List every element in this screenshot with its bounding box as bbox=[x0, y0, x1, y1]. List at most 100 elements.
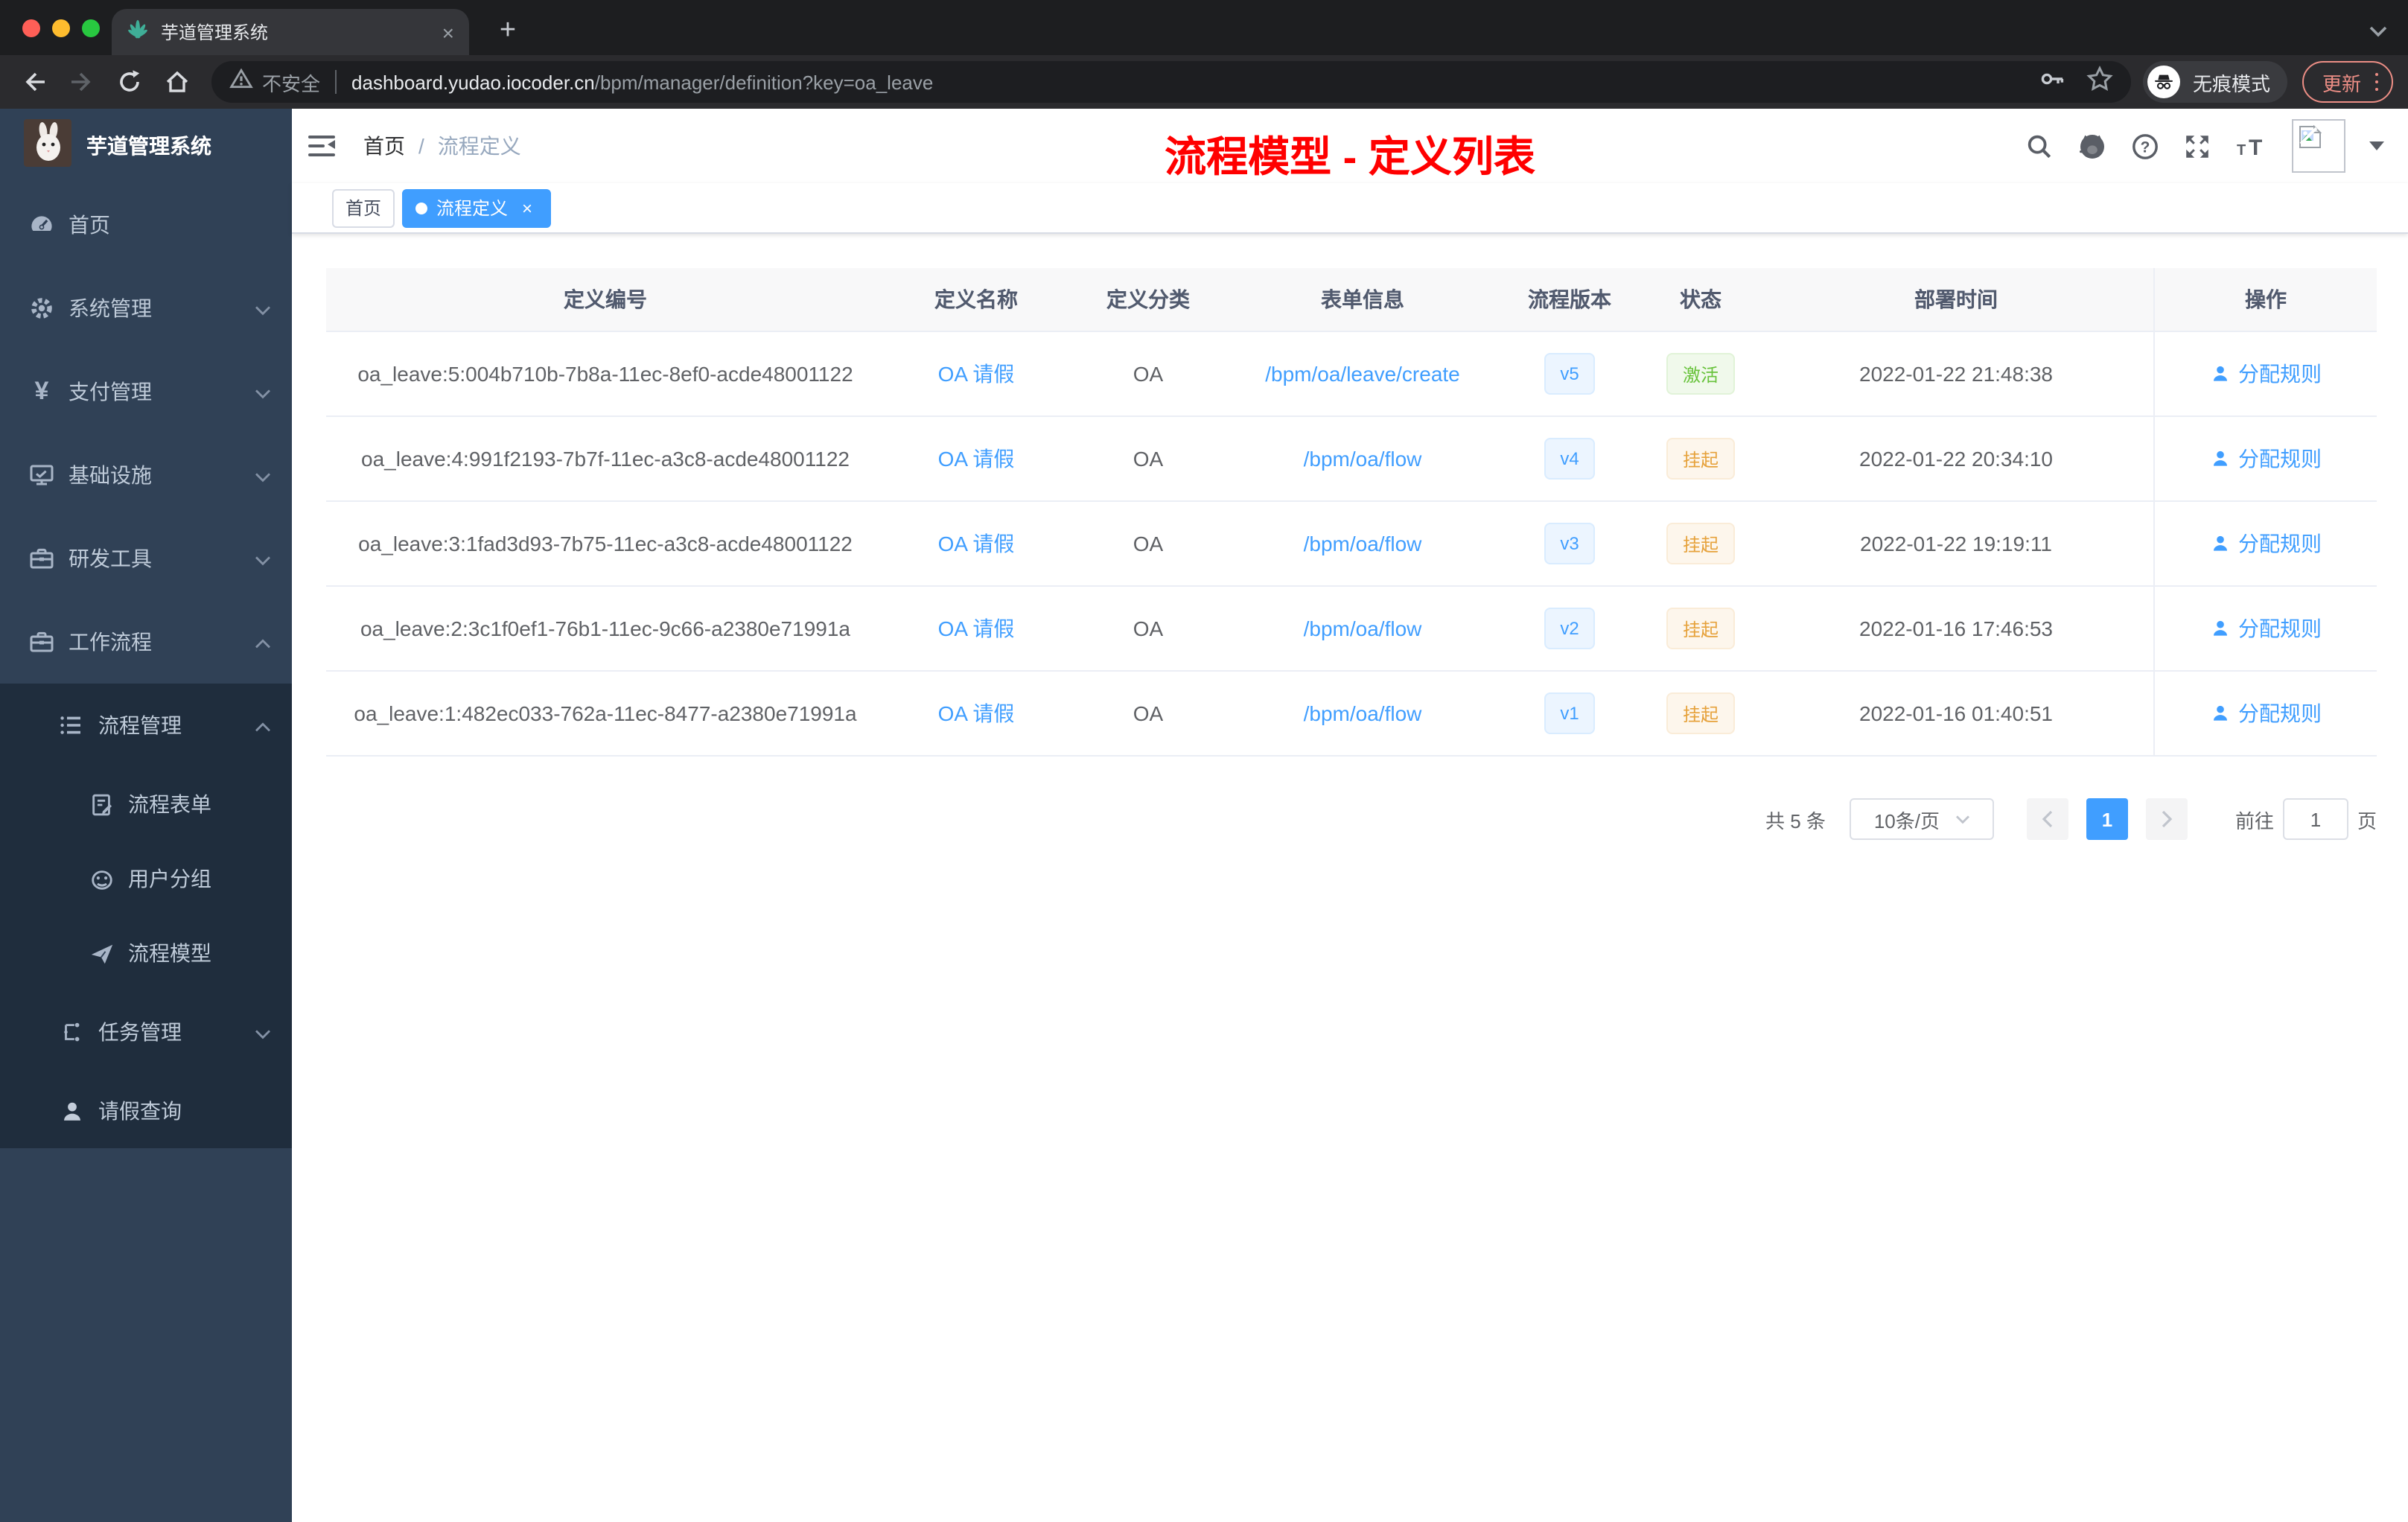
page-annotation-title: 流程模型 - 定义列表 bbox=[1165, 134, 1535, 180]
new-tab-button[interactable]: + bbox=[487, 10, 529, 52]
sidebar-item-process-form[interactable]: 流程表单 bbox=[0, 767, 292, 841]
update-label: 更新 bbox=[2322, 72, 2361, 95]
chevron-up-icon bbox=[255, 630, 271, 654]
status-badge: 挂起 bbox=[1666, 608, 1735, 649]
user-avatar[interactable] bbox=[2292, 119, 2345, 173]
incognito-label: 无痕模式 bbox=[2192, 72, 2270, 95]
assign-rule-link[interactable]: 分配规则 bbox=[2210, 359, 2322, 389]
tag-close-icon[interactable]: × bbox=[517, 197, 538, 218]
home-icon[interactable] bbox=[158, 63, 197, 101]
sidebar-item-system[interactable]: 系统管理 bbox=[0, 267, 292, 350]
form-link[interactable]: /bpm/oa/flow bbox=[1304, 617, 1422, 640]
tag-process-definition[interactable]: 流程定义 × bbox=[402, 188, 552, 227]
pagination: 共 5 条 10条/页 1 前往 页 bbox=[326, 798, 2377, 840]
browser-update-button[interactable]: 更新 bbox=[2302, 61, 2393, 103]
sidebar-item-home[interactable]: 首页 bbox=[0, 183, 292, 267]
column-header: 定义分类 bbox=[1068, 268, 1229, 332]
svg-text:?: ? bbox=[2141, 138, 2150, 156]
sidebar-item-infrastructure[interactable]: 基础设施 bbox=[0, 433, 292, 517]
page-number-button[interactable]: 1 bbox=[2086, 798, 2128, 840]
sidebar-collapse-button[interactable] bbox=[292, 109, 351, 183]
form-link[interactable]: /bpm/oa/flow bbox=[1304, 532, 1422, 555]
tab-search-chevron-icon[interactable] bbox=[2369, 18, 2387, 45]
definition-category: OA bbox=[1068, 502, 1229, 587]
url-path: /bpm/manager/definition?key=oa_leave bbox=[594, 71, 934, 93]
incognito-badge[interactable]: 无痕模式 bbox=[2143, 61, 2288, 103]
svg-text:T: T bbox=[2237, 141, 2246, 158]
breadcrumb-home[interactable]: 首页 bbox=[363, 131, 405, 161]
form-link[interactable]: /bpm/oa/flow bbox=[1304, 447, 1422, 471]
assign-rule-link[interactable]: 分配规则 bbox=[2210, 529, 2322, 558]
column-header: 定义编号 bbox=[326, 268, 885, 332]
form-icon bbox=[88, 792, 115, 817]
chevron-down-icon bbox=[255, 547, 271, 570]
plant-favicon-icon bbox=[127, 17, 149, 47]
prev-page-button[interactable] bbox=[2026, 798, 2068, 840]
sidebar-item-leave-query[interactable]: 请假查询 bbox=[0, 1074, 292, 1148]
definition-name-link[interactable]: OA 请假 bbox=[938, 529, 1015, 558]
star-icon[interactable] bbox=[2087, 65, 2114, 99]
avatar-caret-down-icon[interactable] bbox=[2369, 141, 2384, 150]
table-header-row: 定义编号 定义名称 定义分类 表单信息 流程版本 状态 部署时间 操作 bbox=[326, 268, 2377, 332]
assign-rule-link[interactable]: 分配规则 bbox=[2210, 614, 2322, 643]
sidebar-item-label: 工作流程 bbox=[69, 630, 152, 654]
assign-rule-link[interactable]: 分配规则 bbox=[2210, 698, 2322, 728]
definition-name-link[interactable]: OA 请假 bbox=[938, 614, 1015, 643]
browser-tab[interactable]: 芋道管理系统 × bbox=[112, 9, 469, 55]
breadcrumb-separator: / bbox=[418, 134, 424, 158]
sidebar-item-task-management[interactable]: 任务管理 bbox=[0, 990, 292, 1074]
window-controls bbox=[22, 19, 100, 37]
url-bar[interactable]: 不安全 dashboard.yudao.iocoder.cn/bpm/manag… bbox=[211, 61, 2132, 103]
form-link[interactable]: /bpm/oa/leave/create bbox=[1265, 362, 1460, 386]
forward-icon[interactable] bbox=[63, 63, 101, 101]
breadcrumb-current: 流程定义 bbox=[437, 134, 521, 158]
minimize-window-button[interactable] bbox=[52, 19, 70, 37]
search-icon[interactable] bbox=[2025, 132, 2054, 160]
next-page-button[interactable] bbox=[2145, 798, 2188, 840]
zoom-window-button[interactable] bbox=[82, 19, 100, 37]
sidebar-item-user-group[interactable]: 用户分组 bbox=[0, 841, 292, 916]
version-badge: v1 bbox=[1544, 692, 1596, 734]
definition-name-link[interactable]: OA 请假 bbox=[938, 698, 1015, 728]
chevron-right-icon bbox=[2162, 810, 2173, 828]
github-icon[interactable] bbox=[2077, 131, 2107, 161]
reload-icon[interactable] bbox=[110, 63, 149, 101]
version-badge: v5 bbox=[1544, 353, 1596, 395]
sidebar-item-payment[interactable]: ¥ 支付管理 bbox=[0, 350, 292, 433]
back-icon[interactable] bbox=[15, 63, 54, 101]
tab-close-icon[interactable]: × bbox=[442, 22, 454, 42]
person-icon bbox=[58, 1098, 85, 1124]
browser-tab-strip: 芋道管理系统 × + bbox=[0, 0, 2408, 55]
app-window: 芋道管理系统 首页 系统管理 ¥ 支付管理 基础设施 研发工具 工作流程 流程管… bbox=[0, 109, 2408, 1522]
definition-name-link[interactable]: OA 请假 bbox=[938, 444, 1015, 474]
hamburger-fold-icon bbox=[308, 136, 335, 156]
robot-face-icon bbox=[88, 866, 115, 891]
security-label[interactable]: 不安全 bbox=[262, 68, 320, 96]
version-badge: v3 bbox=[1544, 523, 1596, 564]
sidebar-item-process-model[interactable]: 流程模型 bbox=[0, 916, 292, 990]
chevron-down-icon bbox=[255, 380, 271, 404]
table-row: oa_leave:5:004b710b-7b8a-11ec-8ef0-acde4… bbox=[326, 332, 2377, 417]
tag-home[interactable]: 首页 bbox=[332, 188, 395, 227]
sidebar-item-process-management[interactable]: 流程管理 bbox=[0, 684, 292, 767]
kebab-menu-icon[interactable] bbox=[2374, 72, 2378, 92]
fullscreen-icon[interactable] bbox=[2183, 132, 2211, 160]
sidebar-item-workflow[interactable]: 工作流程 bbox=[0, 600, 292, 684]
key-icon[interactable] bbox=[2039, 65, 2066, 99]
tag-label: 首页 bbox=[345, 198, 382, 219]
goto-page-input[interactable] bbox=[2282, 798, 2348, 840]
gear-icon bbox=[28, 295, 55, 322]
form-link[interactable]: /bpm/oa/flow bbox=[1304, 701, 1422, 725]
assign-rule-link[interactable]: 分配规则 bbox=[2210, 444, 2322, 474]
help-icon[interactable]: ? bbox=[2131, 132, 2159, 160]
tags-view-bar: 首页 流程定义 × bbox=[292, 183, 2408, 234]
close-window-button[interactable] bbox=[22, 19, 40, 37]
page-size-select[interactable]: 10条/页 bbox=[1849, 798, 1994, 840]
sidebar-item-devtools[interactable]: 研发工具 bbox=[0, 517, 292, 600]
sidebar: 芋道管理系统 首页 系统管理 ¥ 支付管理 基础设施 研发工具 工作流程 流程管… bbox=[0, 109, 292, 1522]
sidebar-item-label: 系统管理 bbox=[69, 296, 152, 320]
font-size-icon[interactable]: TT bbox=[2235, 132, 2268, 160]
chevron-left-icon bbox=[2042, 810, 2053, 828]
sidebar-logo[interactable]: 芋道管理系统 bbox=[0, 109, 292, 183]
definition-name-link[interactable]: OA 请假 bbox=[938, 359, 1015, 389]
